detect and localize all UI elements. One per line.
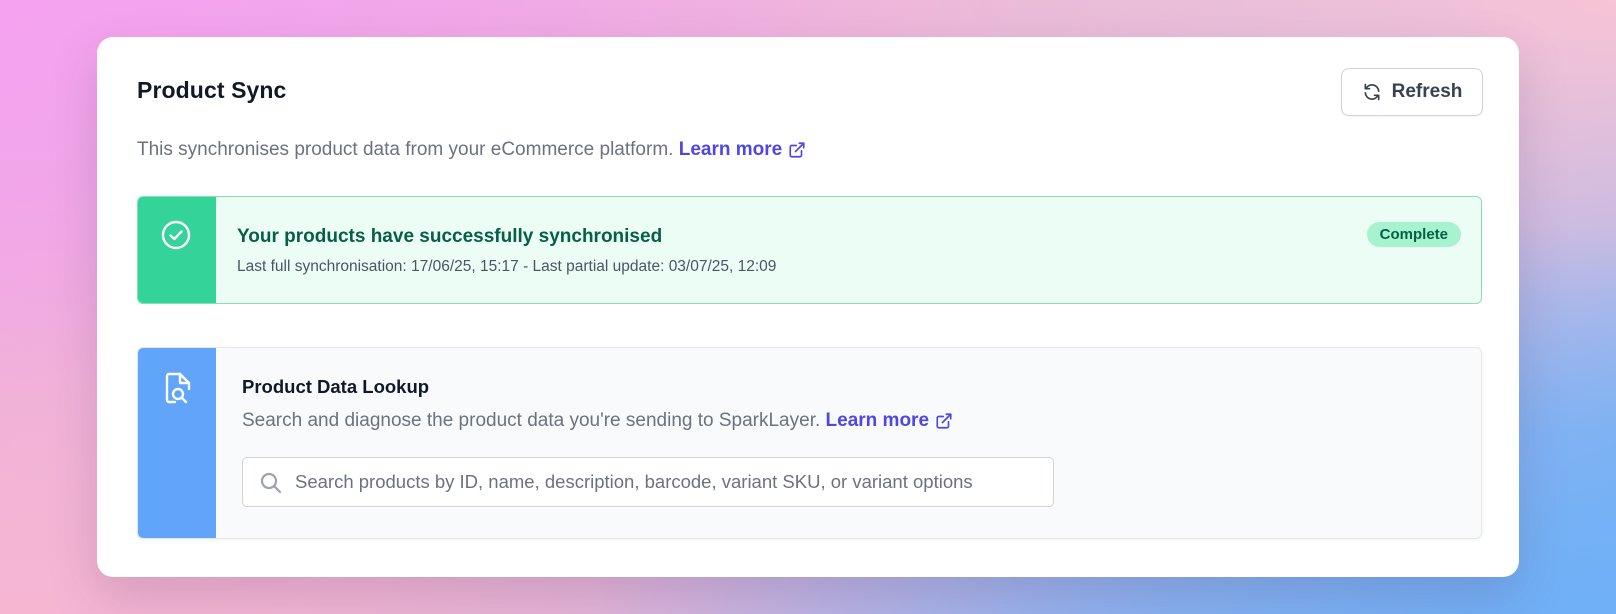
lookup-learn-more-label: Learn more (825, 410, 930, 431)
lookup-accent-bar (138, 348, 216, 538)
product-search-box (242, 457, 1054, 507)
status-timestamps: Last full synchronisation: 17/06/25, 15:… (237, 258, 777, 275)
external-link-icon (935, 412, 953, 430)
lookup-title: Product Data Lookup (242, 376, 430, 397)
refresh-icon (1362, 82, 1382, 102)
check-circle-icon (160, 219, 192, 251)
status-badge: Complete (1366, 222, 1461, 247)
lookup-learn-more-link[interactable]: Learn more (826, 410, 953, 432)
status-title: Your products have successfully synchron… (237, 226, 663, 247)
lookup-description: Search and diagnose the product data you… (242, 410, 821, 431)
learn-more-label: Learn more (678, 139, 783, 160)
intro-description: This synchronises product data from your… (137, 139, 674, 160)
sync-status-panel: Your products have successfully synchron… (137, 196, 1482, 304)
refresh-label: Refresh (1391, 81, 1463, 102)
lookup-description-line: Search and diagnose the product data you… (242, 410, 953, 432)
product-search-input[interactable] (295, 458, 1035, 506)
external-link-icon (788, 141, 806, 159)
status-accent-bar (138, 197, 216, 303)
product-lookup-panel: Product Data Lookup Search and diagnose … (137, 347, 1482, 539)
refresh-button[interactable]: Refresh (1341, 68, 1483, 116)
product-sync-card: Product Sync Refresh This synchronises p… (97, 37, 1519, 577)
intro-text: This synchronises product data from your… (137, 139, 806, 161)
page-title: Product Sync (137, 77, 287, 103)
document-search-icon (162, 370, 194, 406)
search-icon (259, 471, 283, 495)
learn-more-link[interactable]: Learn more (679, 139, 806, 161)
